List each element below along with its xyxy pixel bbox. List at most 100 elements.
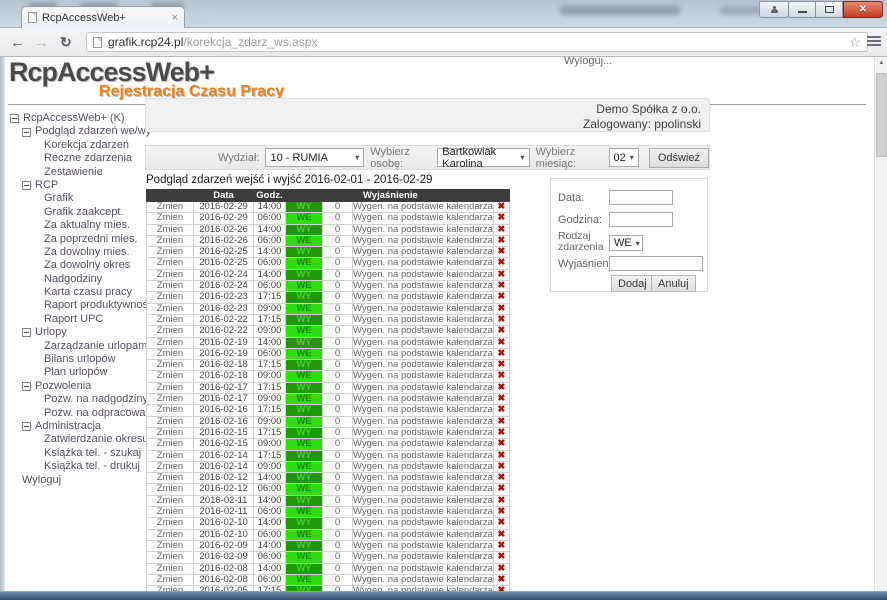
delete-icon[interactable]: ✖: [493, 326, 509, 337]
delete-icon[interactable]: ✖: [493, 337, 509, 348]
sidebar-item[interactable]: Pozw. na nadgodziny: [8, 393, 146, 406]
change-link[interactable]: Zmien: [147, 371, 194, 382]
sidebar-item[interactable]: Reczne zdarzenia: [8, 152, 146, 165]
delete-icon[interactable]: ✖: [493, 314, 509, 325]
sidebar-item[interactable]: Korekcja zdarzeń: [8, 139, 146, 152]
delete-icon[interactable]: ✖: [493, 394, 509, 405]
godzina-input[interactable]: [609, 212, 673, 227]
change-link[interactable]: Zmien: [147, 337, 194, 348]
tree-collapse-icon[interactable]: [22, 422, 31, 431]
delete-icon[interactable]: ✖: [493, 529, 509, 540]
change-link[interactable]: Zmien: [147, 303, 194, 314]
sidebar-item[interactable]: Podgląd zdarzeń we/wy: [8, 125, 146, 138]
maximize-button[interactable]: [815, 1, 843, 18]
logout-link-top[interactable]: Wyloguj...: [564, 57, 612, 67]
change-link[interactable]: Zmien: [147, 314, 194, 325]
tree-collapse-icon[interactable]: [10, 114, 19, 123]
delete-icon[interactable]: ✖: [493, 224, 509, 235]
scrollbar-thumb[interactable]: [876, 73, 887, 157]
sidebar-item[interactable]: Bilans urlopów: [8, 353, 146, 366]
sidebar-item[interactable]: Grafik: [8, 192, 146, 205]
change-link[interactable]: Zmien: [147, 450, 194, 461]
sidebar-item[interactable]: Wyloguj: [8, 474, 146, 487]
change-link[interactable]: Zmien: [147, 213, 194, 224]
back-button[interactable]: ←: [10, 35, 25, 50]
change-link[interactable]: Zmien: [147, 563, 194, 574]
osoba-select[interactable]: Bartkowiak Karolina ▾: [437, 148, 529, 167]
change-link[interactable]: Zmien: [147, 258, 194, 269]
delete-icon[interactable]: ✖: [493, 563, 509, 574]
bookmark-star-icon[interactable]: ☆: [848, 34, 861, 51]
browser-menu-icon[interactable]: [866, 33, 882, 49]
sidebar-item[interactable]: Administracja: [8, 420, 146, 433]
delete-icon[interactable]: ✖: [493, 258, 509, 269]
sidebar-item[interactable]: Za dowolny mies.: [8, 246, 146, 259]
delete-icon[interactable]: ✖: [493, 473, 509, 484]
sidebar-item[interactable]: RCP: [8, 179, 146, 192]
change-link[interactable]: Zmien: [147, 235, 194, 246]
change-link[interactable]: Zmien: [147, 540, 194, 551]
delete-icon[interactable]: ✖: [493, 439, 509, 450]
delete-icon[interactable]: ✖: [493, 371, 509, 382]
reload-button[interactable]: ↻: [60, 35, 72, 49]
delete-icon[interactable]: ✖: [493, 202, 509, 213]
sidebar-item[interactable]: Książka tel. - szukaj: [8, 447, 146, 460]
change-link[interactable]: Zmien: [147, 269, 194, 280]
change-link[interactable]: Zmien: [147, 439, 194, 450]
change-link[interactable]: Zmien: [147, 552, 194, 563]
sidebar-item[interactable]: Książka tel. - drukuj: [8, 460, 146, 473]
delete-icon[interactable]: ✖: [493, 360, 509, 371]
delete-icon[interactable]: ✖: [493, 269, 509, 280]
change-link[interactable]: Zmien: [147, 495, 194, 506]
sidebar-item[interactable]: Karta czasu pracy: [8, 286, 146, 299]
sidebar-item[interactable]: Zestawienie: [8, 166, 146, 179]
sidebar-item[interactable]: Za poprzedni mies.: [8, 233, 146, 246]
tree-collapse-icon[interactable]: [22, 128, 31, 137]
delete-icon[interactable]: ✖: [493, 574, 509, 585]
change-link[interactable]: Zmien: [147, 281, 194, 292]
delete-icon[interactable]: ✖: [493, 552, 509, 563]
delete-icon[interactable]: ✖: [493, 235, 509, 246]
delete-icon[interactable]: ✖: [493, 540, 509, 551]
sidebar-item[interactable]: Zarządzanie urlopami: [8, 340, 146, 353]
sidebar-item[interactable]: Pozw. na odpracowania: [8, 407, 146, 420]
delete-icon[interactable]: ✖: [493, 416, 509, 427]
change-link[interactable]: Zmien: [147, 416, 194, 427]
change-link[interactable]: Zmien: [147, 427, 194, 438]
anuluj-button[interactable]: Anuluj: [651, 275, 696, 292]
sidebar-item[interactable]: Grafik zaakcept.: [8, 206, 146, 219]
change-link[interactable]: Zmien: [147, 507, 194, 518]
delete-icon[interactable]: ✖: [493, 427, 509, 438]
delete-icon[interactable]: ✖: [493, 281, 509, 292]
change-link[interactable]: Zmien: [147, 326, 194, 337]
delete-icon[interactable]: ✖: [493, 461, 509, 472]
change-link[interactable]: Zmien: [147, 574, 194, 585]
delete-icon[interactable]: ✖: [493, 247, 509, 258]
sidebar-item[interactable]: Za dowolny okres: [8, 259, 146, 272]
tree-collapse-icon[interactable]: [22, 328, 31, 337]
vertical-scrollbar[interactable]: ▲: [874, 57, 887, 591]
scroll-up-icon[interactable]: ▲: [875, 57, 887, 70]
sidebar-item[interactable]: RcpAccessWeb+ (K): [8, 112, 146, 125]
change-link[interactable]: Zmien: [147, 224, 194, 235]
tab-close-icon[interactable]: ×: [172, 12, 178, 24]
delete-icon[interactable]: ✖: [493, 518, 509, 529]
sidebar-item[interactable]: Nadgodziny: [8, 273, 146, 286]
delete-icon[interactable]: ✖: [493, 303, 509, 314]
profile-button[interactable]: [759, 1, 789, 18]
miesiac-select[interactable]: 02 ▾: [609, 148, 639, 167]
sidebar-item[interactable]: Plan urlopów: [8, 366, 146, 379]
wyjasnienie-input[interactable]: [609, 256, 703, 271]
change-link[interactable]: Zmien: [147, 202, 194, 213]
close-window-button[interactable]: ✕: [843, 1, 883, 18]
rodzaj-select[interactable]: WE ▾: [609, 235, 643, 251]
delete-icon[interactable]: ✖: [493, 348, 509, 359]
change-link[interactable]: Zmien: [147, 247, 194, 258]
change-link[interactable]: Zmien: [147, 529, 194, 540]
data-input[interactable]: [609, 190, 673, 205]
sidebar-item[interactable]: Raport produktywności: [8, 299, 146, 312]
sidebar-item[interactable]: Urlopy: [8, 326, 146, 339]
minimize-button[interactable]: [788, 1, 815, 18]
change-link[interactable]: Zmien: [147, 394, 194, 405]
address-bar[interactable]: grafik.rcp24.pl/korekcja_zdarz_ws.aspx ☆: [86, 32, 868, 52]
